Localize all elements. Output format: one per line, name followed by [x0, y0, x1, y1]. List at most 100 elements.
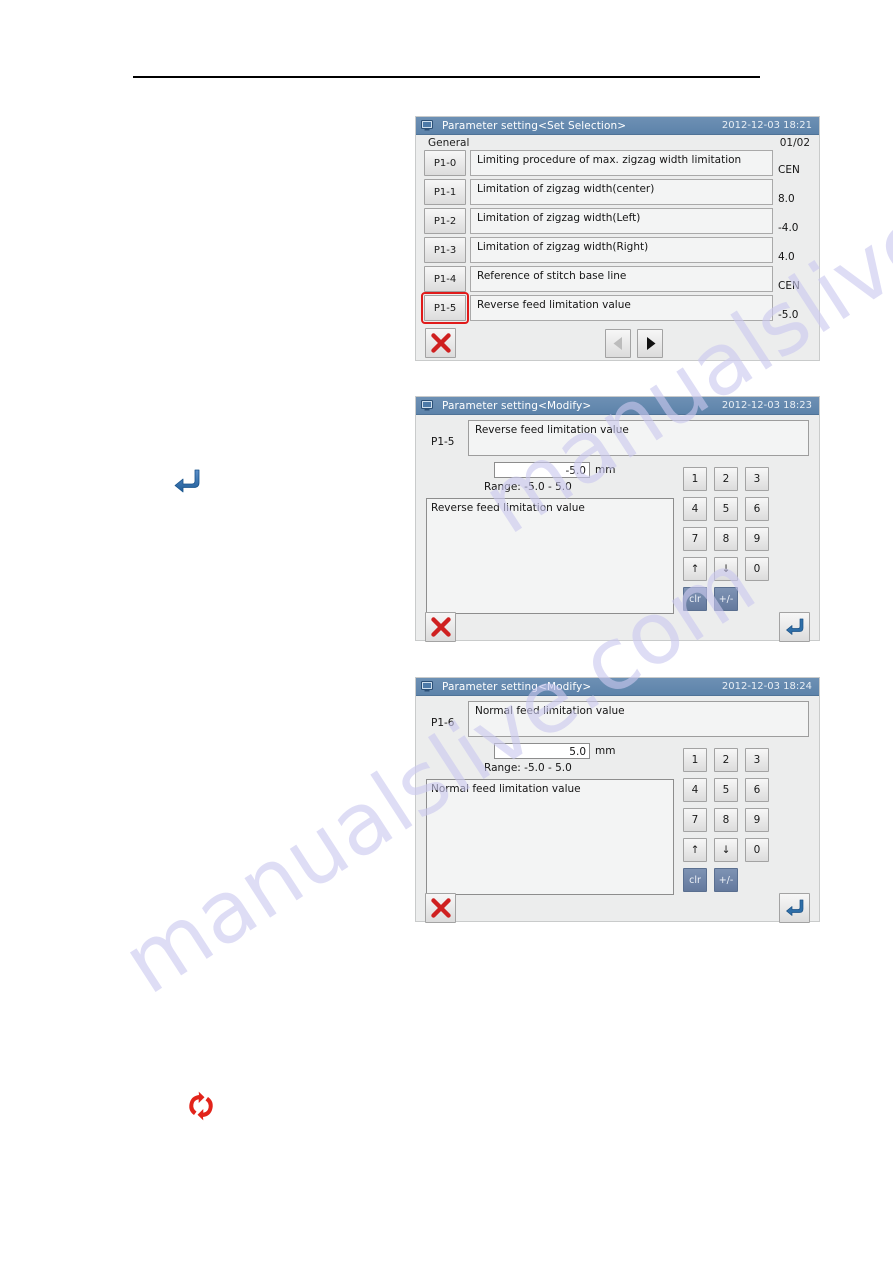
- titlebar-datetime: 2012-12-03 18:21: [721, 120, 812, 131]
- numeric-keypad: 1 2 3 4 5 6 7 8 9 ↑ ↓ 0 clr +/-: [674, 462, 819, 611]
- key-9[interactable]: 9: [745, 808, 769, 832]
- table-row[interactable]: P1-2 Limitation of zigzag width(Left) -4…: [424, 208, 813, 234]
- titlebar-title: Parameter setting<Modify>: [442, 680, 592, 693]
- keypad-digit-grid: 1 2 3 4 5 6 7 8 9 ↑ ↓ 0: [683, 748, 819, 862]
- key-clear[interactable]: clr: [683, 587, 707, 611]
- parameter-title-box: Normal feed limitation value: [468, 701, 809, 737]
- key-7[interactable]: 7: [683, 527, 707, 551]
- confirm-enter-button[interactable]: [779, 893, 810, 923]
- key-1[interactable]: 1: [683, 467, 707, 491]
- param-description: Limiting procedure of max. zigzag width …: [470, 150, 773, 176]
- monitor-icon: [421, 120, 433, 131]
- value-input[interactable]: 5.0: [494, 743, 590, 759]
- key-8[interactable]: 8: [714, 527, 738, 551]
- param-value: 8.0: [778, 193, 795, 205]
- key-3[interactable]: 3: [745, 467, 769, 491]
- table-row[interactable]: P1-0 Limiting procedure of max. zigzag w…: [424, 150, 813, 176]
- titlebar-datetime: 2012-12-03 18:24: [721, 681, 812, 692]
- key-4[interactable]: 4: [683, 497, 707, 521]
- param-value: 4.0: [778, 251, 795, 263]
- titlebar: Parameter setting<Modify> 2012-12-03 18:…: [416, 397, 819, 415]
- key-8[interactable]: 8: [714, 808, 738, 832]
- next-page-button[interactable]: [637, 329, 663, 358]
- modify-left-column: -5.0 mm Range: -5.0 - 5.0 Reverse feed l…: [416, 462, 674, 614]
- param-description: Limitation of zigzag width(Right): [470, 237, 773, 263]
- parameter-key-label: P1-5: [431, 436, 455, 448]
- table-row[interactable]: P1-3 Limitation of zigzag width(Right) 4…: [424, 237, 813, 263]
- param-key-button[interactable]: P1-4: [424, 266, 466, 292]
- triangle-right-icon: [646, 337, 655, 350]
- panel-body: General 01/02 P1-0 Limiting procedure of…: [416, 135, 819, 360]
- list-footer: [416, 324, 819, 366]
- key-0[interactable]: 0: [745, 838, 769, 862]
- param-key-button[interactable]: P1-0: [424, 150, 466, 176]
- modify-footer: [416, 893, 819, 931]
- key-5[interactable]: 5: [714, 497, 738, 521]
- param-key-button[interactable]: P1-1: [424, 179, 466, 205]
- parameter-key-label: P1-6: [431, 717, 455, 729]
- key-6[interactable]: 6: [745, 497, 769, 521]
- parameter-description-box: Reverse feed limitation value: [426, 498, 674, 614]
- key-up-arrow[interactable]: ↑: [683, 557, 707, 581]
- confirm-enter-button[interactable]: [779, 612, 810, 642]
- value-unit: mm: [595, 745, 616, 757]
- param-value: -4.0: [778, 222, 799, 234]
- page-header-rule: [133, 76, 760, 78]
- panel-set-selection: Parameter setting<Set Selection> 2012-12…: [415, 116, 820, 361]
- param-value: CEN: [778, 280, 800, 292]
- key-clear[interactable]: clr: [683, 868, 707, 892]
- keypad-function-row: clr +/-: [683, 868, 819, 892]
- close-x-icon: [430, 333, 451, 353]
- panel-modify-p1-6: Parameter setting<Modify> 2012-12-03 18:…: [415, 677, 820, 923]
- param-value: CEN: [778, 164, 800, 176]
- modify-body: -5.0 mm Range: -5.0 - 5.0 Reverse feed l…: [416, 462, 819, 614]
- param-key-button[interactable]: P1-3: [424, 237, 466, 263]
- param-description: Limitation of zigzag width(Left): [470, 208, 773, 234]
- param-value: -5.0: [778, 309, 799, 321]
- value-row: 5.0 mm: [426, 743, 674, 759]
- key-7[interactable]: 7: [683, 808, 707, 832]
- key-1[interactable]: 1: [683, 748, 707, 772]
- titlebar-title: Parameter setting<Modify>: [442, 399, 592, 412]
- titlebar: Parameter setting<Modify> 2012-12-03 18:…: [416, 678, 819, 696]
- param-key-button[interactable]: P1-2: [424, 208, 466, 234]
- close-x-icon: [430, 617, 451, 637]
- key-2[interactable]: 2: [714, 467, 738, 491]
- key-5[interactable]: 5: [714, 778, 738, 802]
- titlebar: Parameter setting<Set Selection> 2012-12…: [416, 117, 819, 135]
- key-up-arrow[interactable]: ↑: [683, 838, 707, 862]
- param-description: Reverse feed limitation value: [470, 295, 773, 321]
- key-9[interactable]: 9: [745, 527, 769, 551]
- close-button[interactable]: [425, 893, 456, 923]
- close-button[interactable]: [425, 328, 456, 358]
- param-description: Limitation of zigzag width(center): [470, 179, 773, 205]
- key-down-arrow[interactable]: ↓: [714, 557, 738, 581]
- panel-body: P1-6 Normal feed limitation value 5.0 mm…: [416, 696, 819, 923]
- param-key-button[interactable]: P1-5: [421, 292, 469, 324]
- value-input[interactable]: -5.0: [494, 462, 590, 478]
- key-sign-toggle[interactable]: +/-: [714, 587, 738, 611]
- parameter-header: P1-6 Normal feed limitation value: [416, 696, 819, 737]
- key-sign-toggle[interactable]: +/-: [714, 868, 738, 892]
- keypad-function-row: clr +/-: [683, 587, 819, 611]
- triangle-left-icon: [613, 337, 622, 350]
- monitor-icon: [421, 681, 433, 692]
- modify-body: 5.0 mm Range: -5.0 - 5.0 Normal feed lim…: [416, 743, 819, 895]
- key-6[interactable]: 6: [745, 778, 769, 802]
- enter-return-icon: [785, 618, 803, 635]
- range-label: Range: -5.0 - 5.0: [484, 481, 572, 493]
- table-row[interactable]: P1-1 Limitation of zigzag width(center) …: [424, 179, 813, 205]
- enter-return-icon: [171, 464, 205, 498]
- table-row[interactable]: P1-4 Reference of stitch base line CEN: [424, 266, 813, 292]
- parameter-header: P1-5 Reverse feed limitation value: [416, 415, 819, 456]
- table-row-selected[interactable]: P1-5 Reverse feed limitation value -5.0: [421, 292, 813, 324]
- prev-page-button[interactable]: [605, 329, 631, 358]
- key-0[interactable]: 0: [745, 557, 769, 581]
- numeric-keypad: 1 2 3 4 5 6 7 8 9 ↑ ↓ 0 clr +/-: [674, 743, 819, 892]
- key-3[interactable]: 3: [745, 748, 769, 772]
- key-down-arrow[interactable]: ↓: [714, 838, 738, 862]
- close-button[interactable]: [425, 612, 456, 642]
- key-2[interactable]: 2: [714, 748, 738, 772]
- key-4[interactable]: 4: [683, 778, 707, 802]
- modify-footer: [416, 612, 819, 650]
